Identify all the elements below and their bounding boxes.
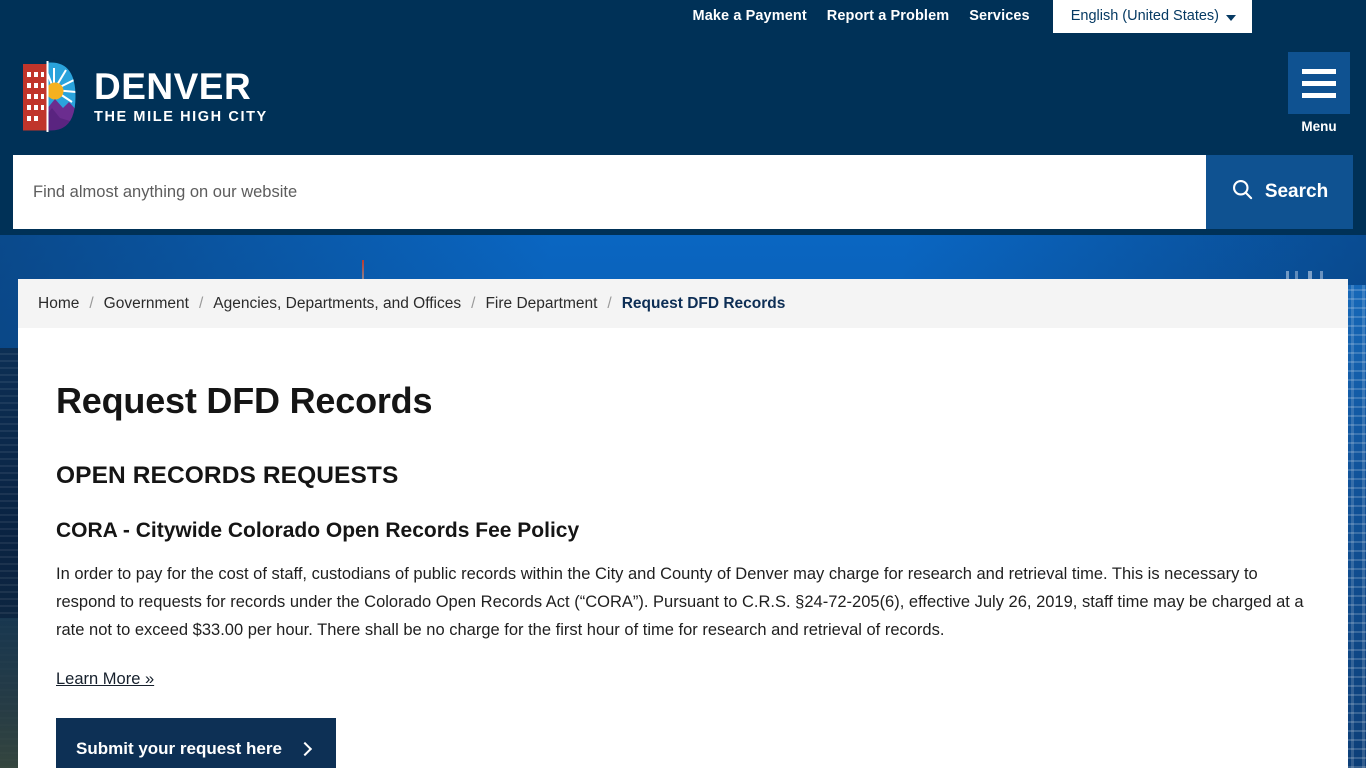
breadcrumb-item-home[interactable]: Home xyxy=(38,295,79,313)
menu-button-label: Menu xyxy=(1301,119,1337,134)
search-button-label: Search xyxy=(1264,181,1329,202)
search-icon xyxy=(1231,178,1254,207)
search-input[interactable] xyxy=(13,155,1206,229)
logo-tagline: THE MILE HIGH CITY xyxy=(94,109,268,126)
breadcrumb-separator: / xyxy=(471,294,476,312)
breadcrumb-current-page: Request DFD Records xyxy=(621,294,786,312)
submit-request-button-label: Submit your request here xyxy=(76,739,282,758)
breadcrumb-item-fire-department[interactable]: Fire Department xyxy=(485,295,597,313)
menu-button[interactable]: Menu xyxy=(1288,52,1350,134)
breadcrumb: Home / Government / Agencies, Department… xyxy=(18,279,1348,328)
learn-more-link[interactable]: Learn More » xyxy=(56,670,154,689)
breadcrumb-item-agencies-departments-and-offices[interactable]: Agencies, Departments, and Offices xyxy=(213,295,461,313)
breadcrumb-separator: / xyxy=(198,294,204,312)
utility-nav: Make a Payment Report a Problem Services… xyxy=(0,0,1366,33)
breadcrumb-separator: / xyxy=(89,294,94,312)
page-root: Make a Payment Report a Problem Services… xyxy=(0,0,1366,768)
hamburger-line xyxy=(1302,92,1336,98)
hamburger-line xyxy=(1302,80,1336,86)
chevron-right-icon xyxy=(297,741,313,757)
language-selector-label: English (United States) xyxy=(1070,8,1219,24)
policy-paragraph: In order to pay for the cost of staff, c… xyxy=(56,565,1304,639)
subsection-heading: CORA - Citywide Colorado Open Records Fe… xyxy=(56,519,580,542)
chevron-down-icon xyxy=(1226,14,1236,21)
submit-request-button[interactable]: Submit your request here xyxy=(56,718,336,768)
content-card: Home / Government / Agencies, Department… xyxy=(18,279,1348,768)
hero-left-skyline-foreground xyxy=(0,618,20,768)
section-heading: OPEN RECORDS REQUESTS xyxy=(56,462,399,489)
page-title: Request DFD Records xyxy=(56,380,433,421)
language-selector[interactable]: English (United States) xyxy=(1052,0,1252,33)
page-body: Request DFD Records OPEN RECORDS REQUEST… xyxy=(18,380,1348,768)
hamburger-line xyxy=(1302,68,1336,74)
search-button[interactable]: Search xyxy=(1206,155,1353,229)
utility-link-services[interactable]: Services xyxy=(959,0,1039,33)
denver-d-logo-icon xyxy=(18,58,80,135)
breadcrumb-separator: / xyxy=(607,294,612,312)
utility-link-make-a-payment[interactable]: Make a Payment xyxy=(683,0,817,33)
search-bar: Search xyxy=(0,155,1366,235)
breadcrumb-item-government[interactable]: Government xyxy=(104,295,189,313)
logo-title: DENVER xyxy=(94,65,252,107)
hamburger-menu-icon xyxy=(1288,52,1350,114)
utility-link-report-a-problem[interactable]: Report a Problem xyxy=(817,0,959,33)
site-logo[interactable]: DENVER THE MILE HIGH CITY xyxy=(18,58,268,135)
site-header: Make a Payment Report a Problem Services… xyxy=(0,0,1366,155)
